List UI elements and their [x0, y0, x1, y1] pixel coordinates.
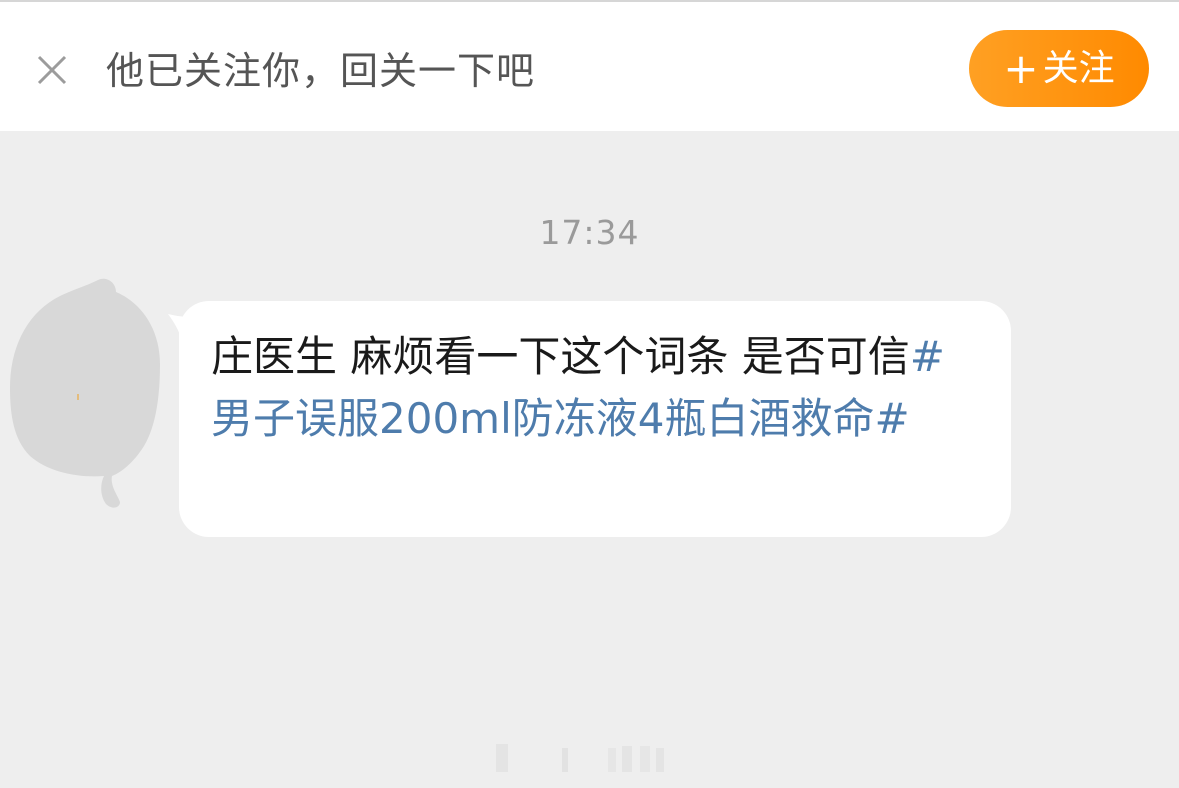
- follow-back-prompt: 他已关注你，回关一下吧: [106, 49, 536, 93]
- message-content: 庄医生 麻烦看一下这个词条 是否可信#男子误服200ml防冻液4瓶白酒救命#: [211, 326, 981, 450]
- follow-button-label: 关注: [1042, 48, 1115, 89]
- follow-button[interactable]: + 关注: [969, 30, 1149, 107]
- sender-avatar[interactable]: [8, 276, 164, 512]
- follow-back-banner: 他已关注你，回关一下吧 + 关注: [0, 2, 1179, 131]
- message-timestamp: 17:34: [539, 213, 640, 252]
- close-banner-button[interactable]: [30, 48, 74, 92]
- close-icon[interactable]: [30, 48, 74, 92]
- plus-icon: +: [1003, 44, 1039, 93]
- bottom-artifact: [490, 738, 690, 778]
- message-text: 庄医生 麻烦看一下这个词条 是否可信: [211, 332, 910, 381]
